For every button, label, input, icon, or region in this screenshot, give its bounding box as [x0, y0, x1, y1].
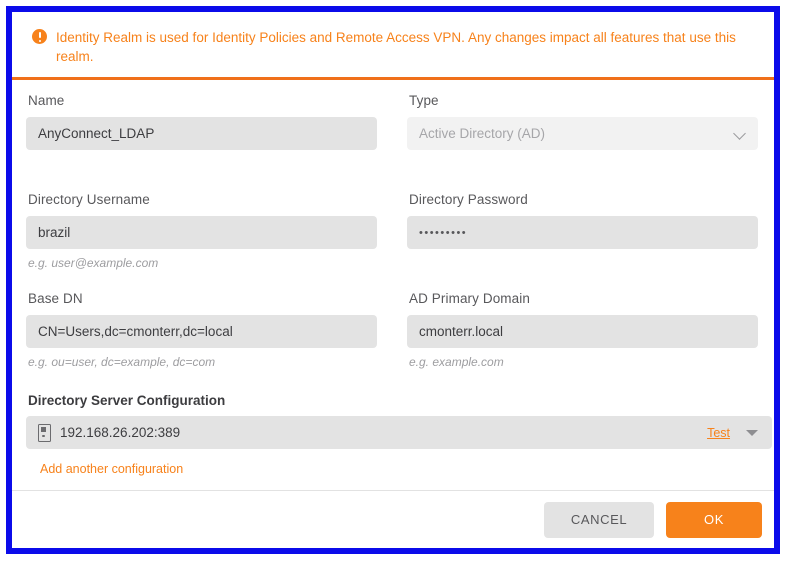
row-spacer-2 [26, 270, 377, 291]
warning-circle-icon [32, 29, 47, 44]
field-base-dn-label: Base DN [28, 291, 83, 306]
dialog-footer: CANCEL OK [12, 490, 780, 548]
directory-server-configuration: Directory Server Configuration 192.168.2… [12, 393, 780, 478]
test-connection-link[interactable]: Test [707, 426, 730, 440]
type-select[interactable]: Active Directory (AD) [407, 117, 758, 150]
field-directory-username: Directory Username brazil e.g. user@exam… [26, 192, 377, 270]
directory-password-input[interactable]: ••••••••• [407, 216, 758, 249]
cancel-button[interactable]: CANCEL [544, 501, 654, 538]
directory-username-input[interactable]: brazil [26, 216, 377, 249]
directory-server-address: 192.168.26.202:389 [60, 425, 181, 440]
base-dn-input[interactable]: CN=Users,dc=cmonterr,dc=local [26, 315, 377, 348]
field-directory-username-label: Directory Username [28, 192, 150, 207]
field-type: Type Active Directory (AD) [407, 93, 758, 171]
screenshot-viewport: Identity Realm is used for Identity Poli… [0, 0, 792, 561]
directory-server-configuration-label: Directory Server Configuration [28, 393, 226, 408]
row-spacer-3 [407, 171, 758, 192]
directory-username-hint: e.g. user@example.com [28, 256, 159, 270]
field-name: Name AnyConnect_LDAP [26, 93, 377, 171]
row-spacer-4 [407, 270, 758, 291]
ok-button[interactable]: OK [666, 501, 762, 538]
directory-server-row[interactable]: 192.168.26.202:389 Test [26, 416, 772, 449]
base-dn-hint: e.g. ou=user, dc=example, dc=com [28, 355, 216, 369]
field-type-hint-spacer [407, 157, 758, 171]
field-ad-primary-domain-label: AD Primary Domain [409, 291, 530, 306]
warning-banner-text: Identity Realm is used for Identity Poli… [56, 30, 736, 64]
warning-banner: Identity Realm is used for Identity Poli… [12, 12, 780, 77]
name-input[interactable]: AnyConnect_LDAP [26, 117, 377, 150]
server-tower-icon [38, 423, 51, 442]
add-another-configuration-link[interactable]: Add another configuration [40, 462, 183, 476]
form-column-left: Name AnyConnect_LDAP Directory Username … [26, 93, 377, 369]
field-name-hint-spacer [26, 157, 377, 171]
ad-primary-domain-hint: e.g. example.com [409, 355, 504, 369]
field-name-label: Name [28, 93, 65, 108]
row-spacer-1 [26, 171, 377, 192]
ad-primary-domain-input[interactable]: cmonterr.local [407, 315, 758, 348]
field-directory-password-label: Directory Password [409, 192, 528, 207]
caret-down-icon[interactable] [746, 429, 758, 436]
chevron-down-icon [735, 128, 746, 139]
identity-realm-dialog: Identity Realm is used for Identity Poli… [12, 12, 780, 548]
form-column-right: Type Active Directory (AD) Directory Pas… [407, 93, 758, 369]
realm-form: Name AnyConnect_LDAP Directory Username … [12, 77, 780, 369]
field-type-label: Type [409, 93, 439, 108]
field-directory-password-hint-spacer [407, 256, 758, 270]
field-base-dn: Base DN CN=Users,dc=cmonterr,dc=local e.… [26, 291, 377, 369]
field-directory-password: Directory Password ••••••••• [407, 192, 758, 270]
field-ad-primary-domain: AD Primary Domain cmonterr.local e.g. ex… [407, 291, 758, 369]
directory-password-value: ••••••••• [419, 226, 468, 239]
banner-divider [12, 77, 780, 80]
type-select-value: Active Directory (AD) [419, 126, 546, 141]
